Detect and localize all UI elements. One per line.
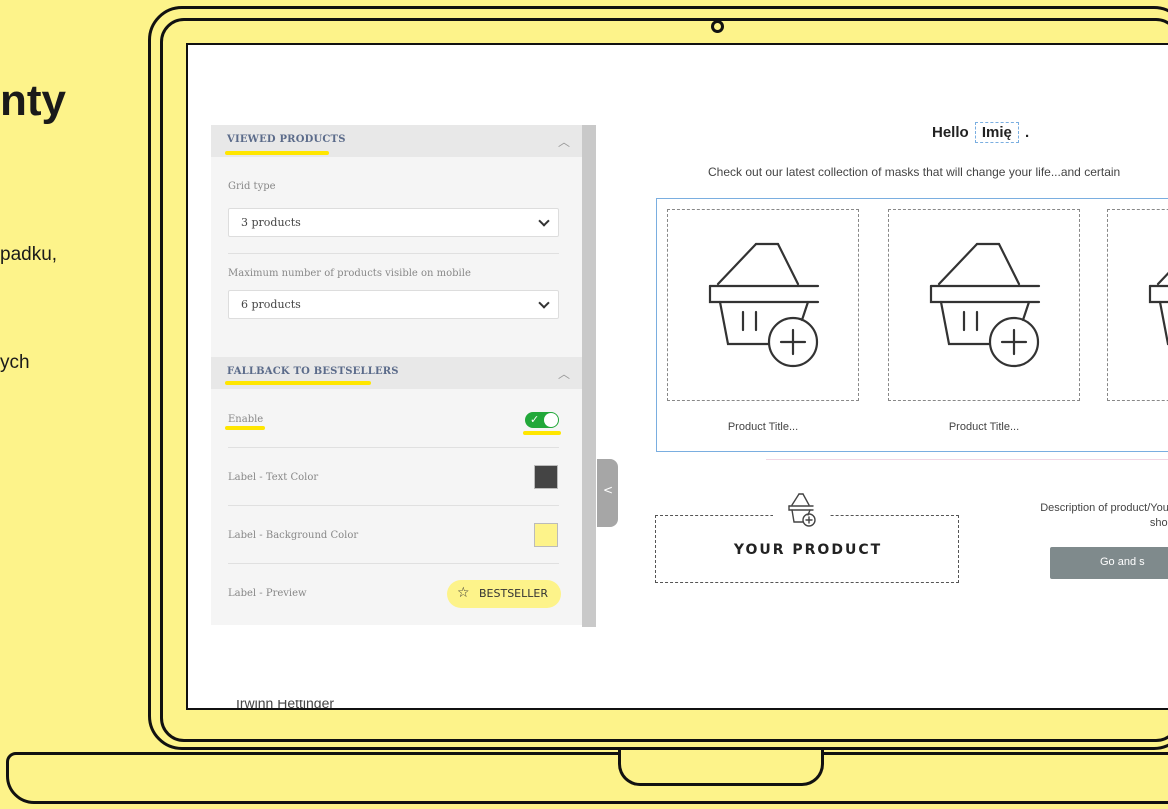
description-line-1: Description of product/Youtu bbox=[1040, 502, 1168, 514]
basket-add-icon bbox=[708, 242, 820, 368]
divider bbox=[766, 459, 1168, 460]
chevron-left-icon: < bbox=[603, 483, 614, 497]
chevron-down-icon bbox=[538, 215, 550, 227]
product-image-placeholder[interactable] bbox=[888, 209, 1080, 401]
grid-type-label: Grid type bbox=[228, 181, 276, 192]
mobile-max-label: Maximum number of products visible on mo… bbox=[228, 268, 471, 279]
basket-add-icon bbox=[773, 489, 829, 529]
product-description: Description of product/Youtu short) bbox=[998, 501, 1168, 531]
tagline: Check out our latest collection of masks… bbox=[708, 165, 1121, 179]
background-list-text: Irwinn Hettinger bbox=[236, 700, 335, 710]
bestseller-badge-text: BESTSELLER bbox=[479, 587, 548, 600]
your-product-placeholder[interactable]: YOUR PRODUCT bbox=[655, 489, 959, 583]
mobile-max-value: 6 products bbox=[241, 298, 301, 311]
bg-color-label: Label - Background Color bbox=[228, 530, 359, 541]
laptop-base bbox=[6, 752, 1168, 804]
preview-label: Label - Preview bbox=[228, 588, 307, 599]
mobile-max-select[interactable]: 6 products bbox=[228, 290, 559, 319]
greeting-text: Hello bbox=[932, 124, 969, 141]
divider bbox=[228, 253, 559, 254]
cta-button-label: Go and s bbox=[1100, 556, 1145, 568]
toggle-knob bbox=[544, 413, 558, 427]
text-color-swatch[interactable] bbox=[534, 465, 558, 489]
check-icon: ✓ bbox=[530, 413, 540, 426]
product-grid[interactable]: Product Title... Product Title... bbox=[656, 198, 1168, 452]
product-title: Product Title... bbox=[727, 421, 799, 433]
chevron-up-icon[interactable]: ︿ bbox=[558, 133, 570, 150]
section-header-fallback[interactable]: FALLBACK TO BESTSELLERS ︿ bbox=[211, 357, 582, 389]
section-title: FALLBACK TO BESTSELLERS bbox=[227, 366, 399, 377]
highlight-underline bbox=[225, 151, 329, 155]
slide-text-line-1: padku, bbox=[0, 244, 58, 265]
text-color-label: Label - Text Color bbox=[228, 472, 319, 483]
collapse-panel-tab[interactable]: < bbox=[597, 459, 618, 527]
laptop-screen: VIEWED PRODUCTS ︿ Grid type 3 products M… bbox=[186, 43, 1168, 710]
description-line-2: short) bbox=[1149, 517, 1168, 529]
highlight-underline bbox=[225, 426, 265, 430]
background-list-row: Irwinn Hettinger bbox=[188, 700, 1168, 710]
bestseller-badge: ☆ BESTSELLER bbox=[447, 580, 561, 608]
chevron-down-icon bbox=[538, 297, 550, 309]
product-image-placeholder[interactable] bbox=[1107, 209, 1168, 401]
your-product-text: YOUR PRODUCT bbox=[733, 542, 883, 558]
slide-text-line-2: ych bbox=[0, 352, 30, 373]
product-title: Product Title... bbox=[948, 421, 1020, 433]
greeting-punct: . bbox=[1025, 124, 1030, 141]
basket-add-icon bbox=[1148, 271, 1168, 346]
settings-panel: VIEWED PRODUCTS ︿ Grid type 3 products M… bbox=[211, 125, 596, 625]
slide-heading: nty bbox=[0, 76, 66, 125]
bg-color-swatch[interactable] bbox=[534, 523, 558, 547]
enable-toggle[interactable]: ✓ bbox=[525, 412, 559, 428]
grid-type-value: 3 products bbox=[241, 216, 301, 229]
enable-label: Enable bbox=[228, 414, 264, 425]
basket-add-icon bbox=[929, 242, 1041, 368]
star-icon: ☆ bbox=[457, 585, 470, 601]
panel-scrollbar[interactable] bbox=[582, 125, 596, 627]
divider bbox=[228, 505, 559, 506]
laptop-notch bbox=[618, 750, 824, 786]
cta-button[interactable]: Go and s bbox=[1050, 547, 1168, 579]
name-merge-tag[interactable]: Imię bbox=[974, 122, 1019, 143]
chevron-up-icon[interactable]: ︿ bbox=[558, 365, 570, 382]
highlight-underline bbox=[225, 381, 371, 385]
grid-type-select[interactable]: 3 products bbox=[228, 208, 559, 237]
highlight-underline bbox=[523, 431, 561, 435]
divider bbox=[228, 447, 559, 448]
section-header-viewed-products[interactable]: VIEWED PRODUCTS ︿ bbox=[211, 125, 582, 157]
camera-icon bbox=[711, 20, 724, 33]
divider bbox=[228, 563, 559, 564]
product-image-placeholder[interactable] bbox=[667, 209, 859, 401]
greeting: Hello Imię . bbox=[932, 122, 1030, 143]
section-title: VIEWED PRODUCTS bbox=[227, 134, 346, 145]
